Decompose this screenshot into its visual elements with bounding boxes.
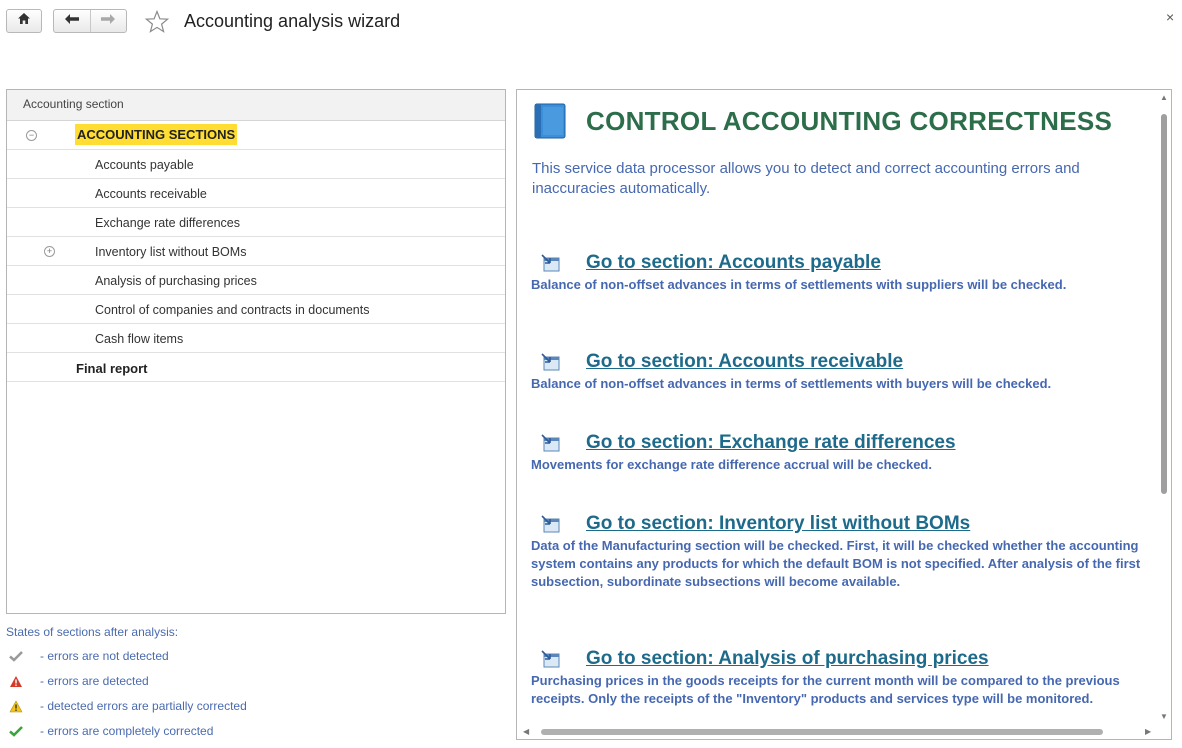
tree-item-label: Accounts payable: [95, 158, 194, 172]
section-accounts-receivable: Go to section: Accounts receivable Balan…: [531, 351, 1146, 393]
section-link-inventory-list-without-boms[interactable]: Go to section: Inventory list without BO…: [586, 513, 970, 535]
scroll-down-icon[interactable]: ▼: [1160, 712, 1168, 721]
go-to-section-icon: [541, 515, 561, 538]
tree-item-accounts-receivable[interactable]: Accounts receivable: [7, 179, 505, 208]
content-panel: CONTROL ACCOUNTING CORRECTNESS This serv…: [516, 89, 1172, 740]
collapse-icon[interactable]: −: [26, 130, 37, 141]
legend-text: - errors are not detected: [40, 649, 169, 663]
tree-item-label: Accounts receivable: [95, 187, 207, 201]
tree-root-row[interactable]: − ACCOUNTING SECTIONS: [7, 121, 505, 150]
tree-item-label: Inventory list without BOMs: [95, 245, 247, 259]
tree-item-cash-flow-items[interactable]: Cash flow items: [7, 324, 505, 353]
section-description: Purchasing prices in the goods receipts …: [531, 673, 1120, 706]
gray-check-icon: [8, 649, 24, 663]
sections-tree: Accounting section − ACCOUNTING SECTIONS…: [6, 89, 506, 614]
section-link-accounts-receivable[interactable]: Go to section: Accounts receivable: [586, 351, 903, 373]
go-to-section-icon: [541, 254, 561, 277]
section-description: Movements for exchange rate difference a…: [531, 457, 932, 472]
horizontal-scroll-thumb[interactable]: [541, 729, 1103, 735]
tree-item-label: Exchange rate differences: [95, 216, 241, 230]
horizontal-scrollbar[interactable]: ◀ ▶: [517, 725, 1171, 739]
close-icon[interactable]: ×: [1166, 9, 1174, 25]
legend-text: - errors are completely corrected: [40, 724, 214, 738]
home-button[interactable]: [6, 9, 42, 33]
tree-item-exchange-rate-differences[interactable]: Exchange rate differences: [7, 208, 505, 237]
section-inventory-list-without-boms: Go to section: Inventory list without BO…: [531, 513, 1146, 591]
legend-item-not-detected: - errors are not detected: [8, 649, 169, 663]
green-check-icon: [8, 724, 24, 738]
vertical-scrollbar[interactable]: ▲ ▼: [1157, 90, 1171, 726]
section-link-accounts-payable[interactable]: Go to section: Accounts payable: [586, 252, 881, 274]
red-warning-icon: [8, 674, 24, 688]
tree-item-label: Final report: [76, 361, 148, 376]
arrow-left-icon: [64, 12, 80, 30]
home-icon: [17, 12, 31, 30]
scroll-left-icon[interactable]: ◀: [523, 727, 529, 736]
scroll-up-icon[interactable]: ▲: [1160, 93, 1168, 102]
tree-root-label: ACCOUNTING SECTIONS: [75, 124, 238, 145]
tree-item-final-report[interactable]: Final report: [7, 353, 505, 382]
section-description: Balance of non-offset advances in terms …: [531, 376, 1052, 391]
tree-column-header: Accounting section: [7, 90, 505, 121]
legend-title: States of sections after analysis:: [6, 625, 179, 639]
section-exchange-rate-differences: Go to section: Exchange rate differences…: [531, 432, 1146, 474]
tree-item-inventory-list-without-boms[interactable]: + Inventory list without BOMs: [7, 237, 505, 266]
tree-item-accounts-payable[interactable]: Accounts payable: [7, 150, 505, 179]
expand-icon[interactable]: +: [44, 246, 55, 257]
legend-item-detected: - errors are detected: [8, 674, 149, 688]
window-title: Accounting analysis wizard: [184, 11, 401, 31]
go-to-section-icon: [541, 434, 561, 457]
forward-button[interactable]: [91, 10, 127, 32]
tree-item-label: Analysis of purchasing prices: [95, 274, 257, 288]
arrow-right-icon: [100, 12, 116, 30]
go-to-section-icon: [541, 353, 561, 376]
vertical-scroll-thumb[interactable]: [1161, 114, 1167, 494]
intro-text: This service data processor allows you t…: [532, 160, 1080, 197]
toolbar: Accounting analysis wizard ×: [0, 0, 1182, 46]
scroll-right-icon[interactable]: ▶: [1145, 727, 1151, 736]
go-to-section-icon: [541, 650, 561, 673]
legend-item-partially-corrected: - detected errors are partially correcte…: [8, 699, 247, 713]
navigation-buttons: [53, 9, 127, 33]
back-button[interactable]: [54, 10, 91, 32]
section-link-exchange-rate-differences[interactable]: Go to section: Exchange rate differences: [586, 432, 956, 454]
legend-text: - errors are detected: [40, 674, 149, 688]
yellow-warning-icon: [8, 699, 24, 713]
tree-item-control-of-companies[interactable]: Control of companies and contracts in do…: [7, 295, 505, 324]
section-accounts-payable: Go to section: Accounts payable Balance …: [531, 252, 1146, 294]
favorite-star-icon[interactable]: [144, 9, 170, 35]
book-icon: [533, 102, 567, 145]
legend-item-completely-corrected: - errors are completely corrected: [8, 724, 213, 738]
tree-item-label: Control of companies and contracts in do…: [95, 303, 370, 317]
legend-text: - detected errors are partially correcte…: [40, 699, 247, 713]
section-description: Balance of non-offset advances in terms …: [531, 277, 1067, 292]
section-analysis-of-purchasing-prices: Go to section: Analysis of purchasing pr…: [531, 648, 1146, 708]
section-link-analysis-of-purchasing-prices[interactable]: Go to section: Analysis of purchasing pr…: [586, 648, 989, 670]
tree-item-analysis-of-purchasing-prices[interactable]: Analysis of purchasing prices: [7, 266, 505, 295]
section-description: Data of the Manufacturing section will b…: [531, 538, 1141, 589]
page-heading: CONTROL ACCOUNTING CORRECTNESS: [586, 106, 1113, 136]
tree-item-label: Cash flow items: [95, 332, 184, 346]
